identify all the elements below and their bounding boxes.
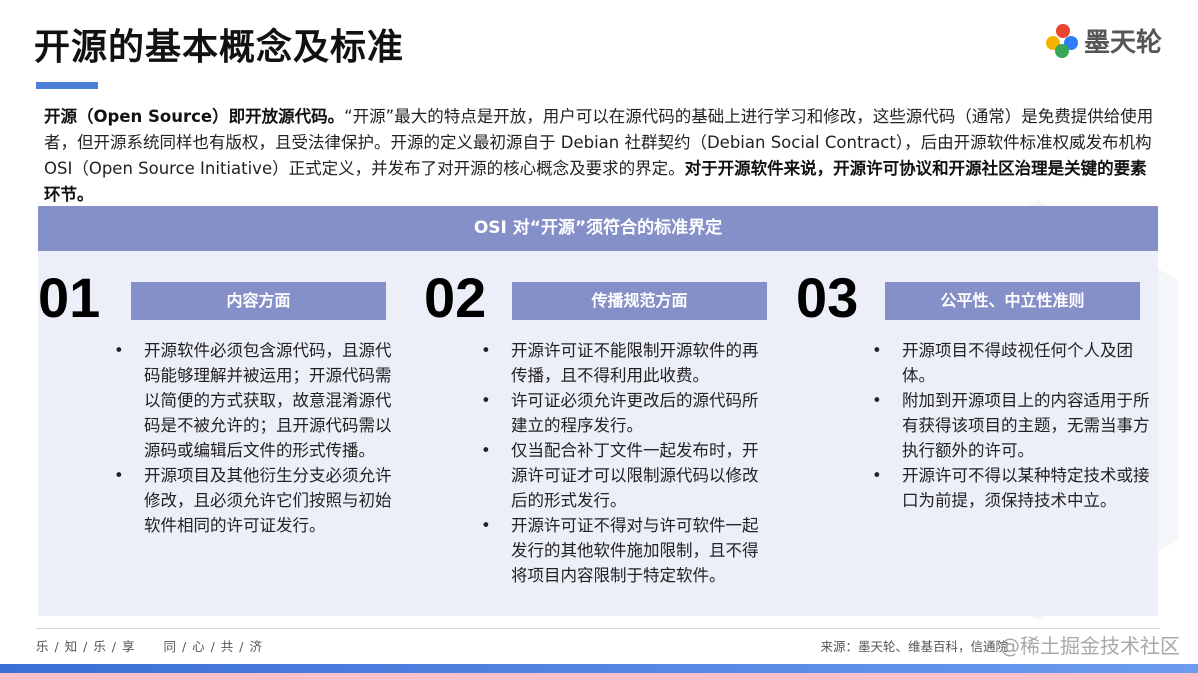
osi-standards-panel: OSI 对“开源”须符合的标准界定 01 内容方面 开源软件必须包含源代码，且源…: [38, 206, 1158, 616]
bullet-list: 开源软件必须包含源代码，且源代码能够理解并被运用；开源代码需以简便的方式获取，故…: [114, 338, 394, 538]
list-item: 附加到开源项目上的内容适用于所有获得该项目的主题，无需当事方执行额外的许可。: [872, 388, 1152, 463]
logo-icon: [1046, 23, 1080, 58]
list-item: 开源许可证不得对与许可软件一起发行的其他软件施加限制，且不得将项目内容限制于特定…: [481, 513, 773, 588]
title-underline: [36, 82, 98, 89]
footer-source: 来源：墨天轮、维基百科，信通院: [820, 639, 1008, 654]
logo: 墨天轮: [1046, 22, 1162, 59]
column-number: 01: [38, 266, 101, 329]
column-heading: 内容方面: [131, 282, 386, 320]
column-heading: 传播规范方面: [512, 282, 767, 320]
list-item: 开源项目不得歧视任何个人及团体。: [872, 338, 1152, 388]
intro-bold-lead: 开源（Open Source）即开放源代码。: [44, 107, 345, 126]
slogan-part-2: 同 / 心 / 共 / 济: [163, 639, 263, 654]
column-number: 03: [796, 266, 859, 329]
bullet-list: 开源许可证不能限制开源软件的再传播，且不得利用此收费。 许可证必须允许更改后的源…: [481, 338, 773, 588]
list-item: 开源许可不得以某种特定技术或接口为前提，须保持技术中立。: [872, 463, 1152, 513]
list-item: 开源项目及其他衍生分支必须允许修改，且必须允许它们按照与初始软件相同的许可证发行…: [114, 463, 394, 538]
list-item: 开源许可证不能限制开源软件的再传播，且不得利用此收费。: [481, 338, 773, 388]
footer-slogan: 乐 / 知 / 乐 / 享 同 / 心 / 共 / 济: [36, 636, 263, 655]
panel-title: OSI 对“开源”须符合的标准界定: [38, 206, 1158, 251]
watermark-text: @稀土掘金技术社区: [1000, 634, 1180, 658]
slogan-part-1: 乐 / 知 / 乐 / 享: [36, 639, 136, 654]
footer-divider: [36, 628, 1160, 629]
list-item: 开源软件必须包含源代码，且源代码能够理解并被运用；开源代码需以简便的方式获取，故…: [114, 338, 394, 463]
logo-text: 墨天轮: [1084, 28, 1163, 58]
column-heading: 公平性、中立性准则: [885, 282, 1140, 320]
bullet-list: 开源项目不得歧视任何个人及团体。 附加到开源项目上的内容适用于所有获得该项目的主…: [872, 338, 1152, 513]
list-item: 许可证必须允许更改后的源代码所建立的程序发行。: [481, 388, 773, 438]
column-number: 02: [424, 266, 487, 329]
list-item: 仅当配合补丁文件一起发布时，开源许可证才可以限制源代码以修改后的形式发行。: [481, 438, 773, 513]
page-title: 开源的基本概念及标准: [34, 27, 405, 68]
bottom-accent-bar: [0, 664, 1198, 673]
